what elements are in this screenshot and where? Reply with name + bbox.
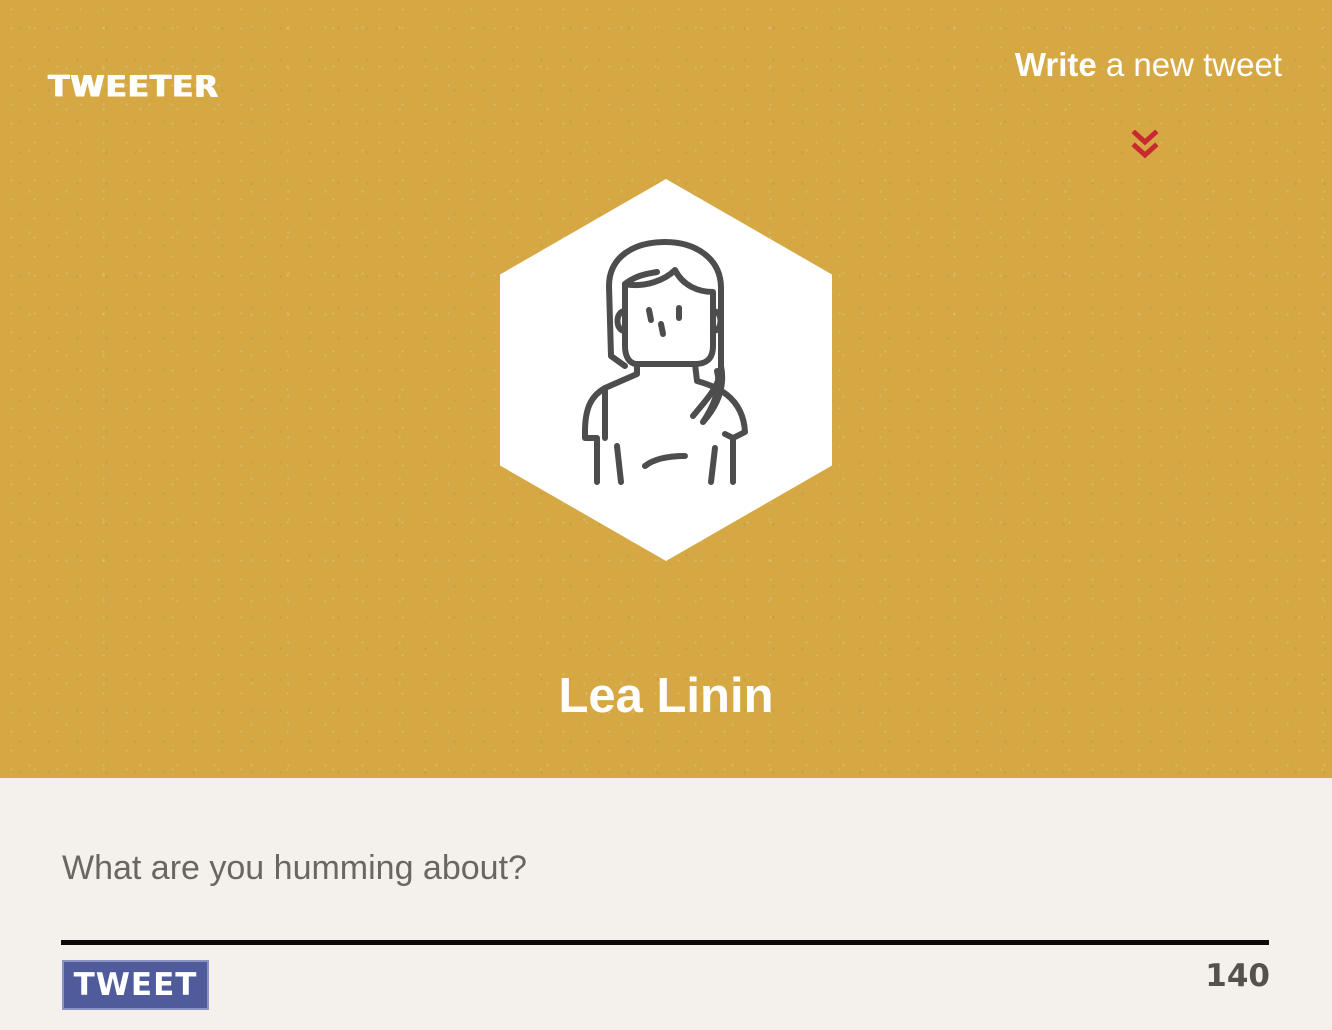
profile-name: Lea Linin (558, 669, 774, 723)
write-link-rest: a new tweet (1096, 46, 1282, 83)
profile-header: TWEETER Write a new tweet Lea Linin (0, 0, 1332, 778)
write-link-bold: Write (1014, 46, 1097, 83)
tweet-button[interactable]: TWEET (62, 960, 209, 1010)
app-logo[interactable]: TWEETER (48, 70, 219, 104)
character-counter: 140 (1205, 958, 1270, 994)
tweet-input[interactable] (62, 836, 1268, 900)
composer-divider (61, 940, 1269, 945)
double-chevron-down-icon[interactable] (1131, 130, 1159, 162)
write-new-tweet-link[interactable]: Write a new tweet (1015, 46, 1282, 84)
woman-avatar-icon (582, 239, 748, 485)
